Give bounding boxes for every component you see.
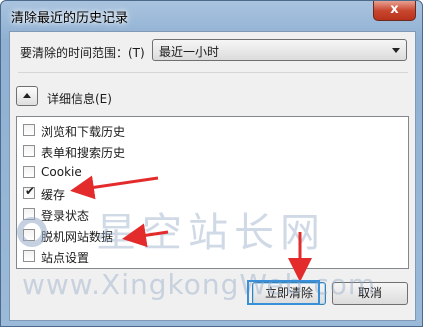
list-item-label: 浏览和下载历史 xyxy=(41,125,126,139)
list-item-label: 登录状态 xyxy=(41,209,90,223)
checkbox[interactable] xyxy=(23,124,35,136)
checkbox[interactable] xyxy=(23,208,35,220)
dialog-title: 清除最近的历史记录 xyxy=(11,11,129,26)
checkbox[interactable] xyxy=(23,250,35,262)
details-toggle-button[interactable] xyxy=(16,86,38,106)
checkbox[interactable] xyxy=(23,229,35,241)
details-label[interactable]: 详细信息(E) xyxy=(47,90,112,107)
time-range-value: 最近一小时 xyxy=(159,45,220,59)
divider xyxy=(18,72,408,73)
watermark-url: www.XingkongWeb.com xyxy=(22,268,377,301)
checkbox[interactable] xyxy=(23,166,35,178)
chevron-down-icon xyxy=(392,48,400,53)
close-icon: x xyxy=(390,2,399,17)
title-bar[interactable]: 清除最近的历史记录 x xyxy=(1,1,422,29)
list-item-label: 表单和搜索历史 xyxy=(41,146,126,160)
checkbox[interactable] xyxy=(23,145,35,157)
list-item-label: Cookie xyxy=(41,165,82,179)
checkbox-checked[interactable]: ✔ xyxy=(23,184,36,199)
time-range-label: 要清除的时间范围：(T) xyxy=(20,46,145,60)
list-item-label: 缓存 xyxy=(41,188,66,202)
close-button[interactable]: x xyxy=(373,1,416,21)
checkmark-icon: ✔ xyxy=(25,184,36,198)
list-item-label: 站点设置 xyxy=(41,251,90,265)
watermark-cn: 星空站长网 xyxy=(96,210,326,256)
chevron-up-icon xyxy=(23,93,31,98)
time-range-select[interactable]: 最近一小时 xyxy=(152,39,407,61)
